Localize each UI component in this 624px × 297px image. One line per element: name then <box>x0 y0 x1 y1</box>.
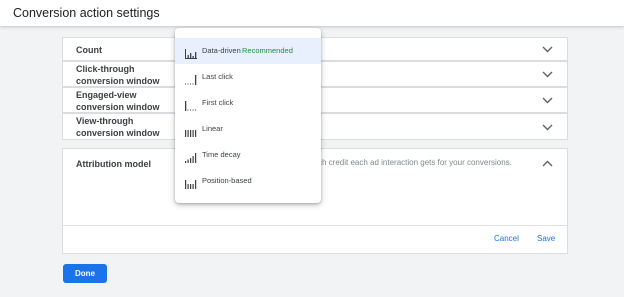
save-button[interactable]: Save <box>537 234 555 243</box>
page-title: Conversion action settings <box>13 6 160 20</box>
attribution-description: ch credit each ad interaction gets for y… <box>318 158 512 167</box>
data-driven-icon <box>185 46 197 59</box>
cancel-button[interactable]: Cancel <box>494 234 519 243</box>
count-label: Count <box>76 45 102 55</box>
view-through-label: View-through conversion window <box>76 116 160 138</box>
menu-item-label: Linear <box>202 124 223 133</box>
time-decay-icon <box>185 150 197 163</box>
divider <box>63 225 567 226</box>
menu-item-time-decay[interactable]: Time decay <box>175 142 321 168</box>
chevron-down-icon[interactable] <box>542 71 553 78</box>
chevron-down-icon[interactable] <box>542 124 553 131</box>
menu-item-label: Last click <box>202 72 233 81</box>
menu-item-label: Time decay <box>202 150 241 159</box>
menu-item-first-click[interactable]: First click <box>175 90 321 116</box>
engaged-view-label: Engaged-view conversion window <box>76 90 160 112</box>
menu-item-label: Position-based <box>202 176 252 185</box>
menu-item-linear[interactable]: Linear <box>175 116 321 142</box>
header-bar: Conversion action settings <box>0 0 624 26</box>
menu-item-position-based[interactable]: Position-based <box>175 168 321 194</box>
chevron-down-icon[interactable] <box>542 46 553 53</box>
position-based-icon <box>185 176 197 189</box>
recommended-badge: Recommended <box>242 46 293 55</box>
menu-item-label: Data-driven <box>202 46 241 55</box>
menu-item-label: First click <box>202 98 234 107</box>
menu-item-data-driven[interactable]: Data-driven Recommended <box>175 38 321 64</box>
linear-icon <box>185 124 197 137</box>
done-button[interactable]: Done <box>63 264 107 283</box>
menu-item-last-click[interactable]: Last click <box>175 64 321 90</box>
chevron-down-icon[interactable] <box>542 97 553 104</box>
chevron-up-icon[interactable] <box>542 160 553 167</box>
attribution-model-label: Attribution model <box>76 159 151 169</box>
attribution-model-dropdown: Data-driven Recommended Last click First… <box>175 28 321 203</box>
click-through-label: Click-through conversion window <box>76 64 160 86</box>
last-click-icon <box>185 72 197 85</box>
first-click-icon <box>185 98 197 111</box>
